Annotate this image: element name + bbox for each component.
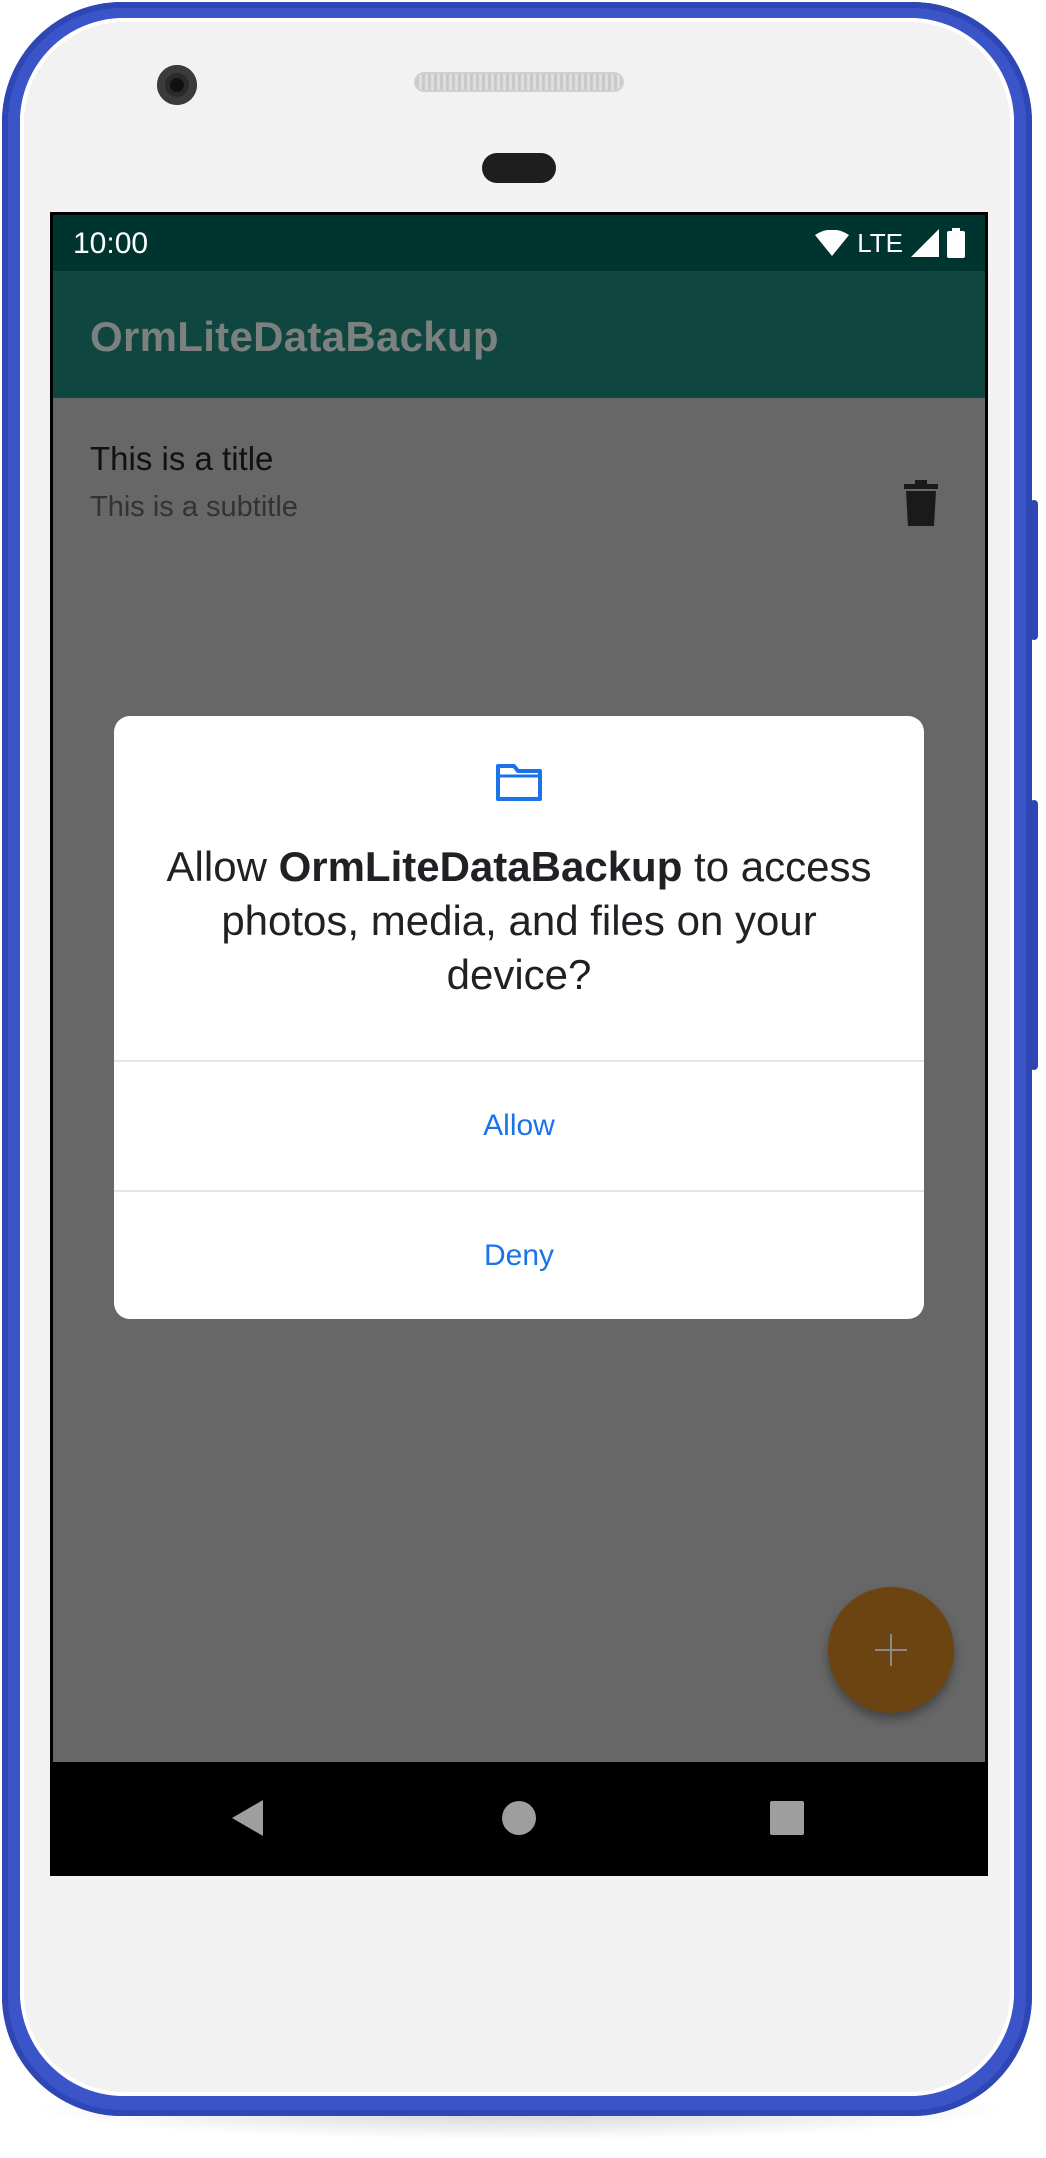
add-fab-button[interactable]	[828, 1587, 954, 1713]
signal-icon	[911, 229, 939, 257]
network-type-label: LTE	[857, 227, 903, 258]
list-item[interactable]: This is a title This is a subtitle	[53, 398, 985, 538]
navigation-bar	[53, 1762, 985, 1873]
power-button	[1030, 500, 1038, 640]
wifi-icon	[815, 230, 850, 256]
permission-message: Allow OrmLiteDataBackup to access photos…	[154, 840, 884, 1002]
battery-icon	[947, 228, 965, 258]
recents-icon[interactable]	[753, 1784, 821, 1852]
app-bar: OrmLiteDataBackup	[53, 271, 985, 398]
device-frame: 10:00 LTE OrmLiteDataBackup This is a ti…	[0, 0, 1046, 2158]
home-icon[interactable]	[485, 1784, 553, 1852]
trash-icon[interactable]	[904, 480, 938, 526]
proximity-sensor	[482, 153, 556, 183]
volume-button	[1030, 800, 1038, 1070]
status-icons: LTE	[815, 227, 965, 259]
item-title: This is a title	[90, 440, 274, 477]
allow-button[interactable]: Allow	[114, 1062, 924, 1190]
message-prefix: Allow	[166, 843, 279, 890]
folder-icon	[496, 764, 542, 801]
front-camera	[157, 65, 197, 105]
back-icon[interactable]	[213, 1784, 281, 1852]
status-time: 10:00	[73, 227, 149, 260]
plus-icon	[875, 1634, 907, 1666]
permission-dialog: Allow OrmLiteDataBackup to access photos…	[114, 716, 924, 1319]
message-app-name: OrmLiteDataBackup	[278, 843, 683, 890]
status-bar: 10:00 LTE	[53, 215, 985, 271]
earpiece-speaker	[416, 74, 622, 90]
app-title: OrmLiteDataBackup	[90, 313, 499, 360]
item-subtitle: This is a subtitle	[90, 491, 298, 523]
deny-button[interactable]: Deny	[114, 1192, 924, 1319]
